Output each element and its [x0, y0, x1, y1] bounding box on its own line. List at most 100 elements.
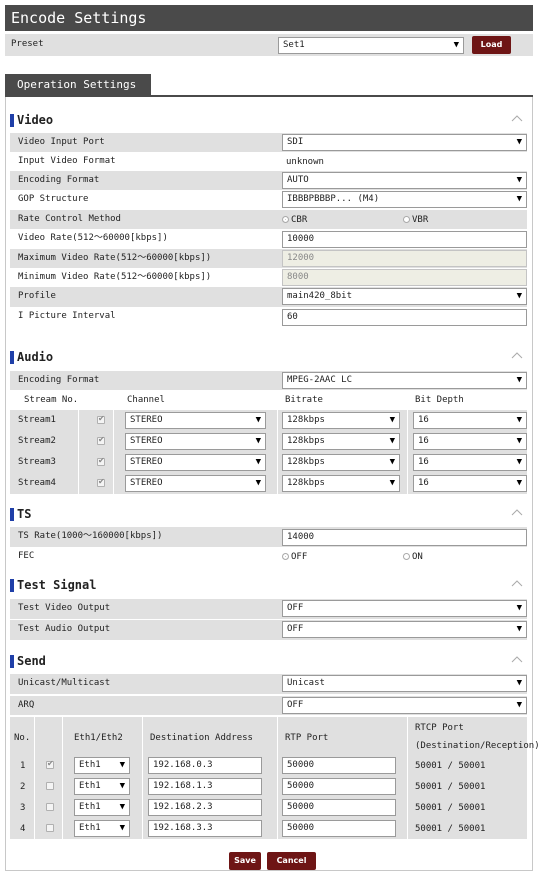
- stream3-checkbox[interactable]: [97, 456, 105, 466]
- eth-value: Eth1: [79, 823, 101, 833]
- video-input-port-select[interactable]: SDI ▼: [282, 134, 527, 151]
- stream4-bitrate-select[interactable]: 128kbps ▼: [282, 475, 400, 492]
- row-number: 3: [20, 803, 26, 813]
- fec-label: FEC: [18, 551, 35, 561]
- destination-3-checkbox[interactable]: [46, 803, 54, 811]
- destination-2-address-input[interactable]: 192.168.1.3: [148, 778, 262, 795]
- channel-header: Channel: [127, 395, 165, 405]
- destination-2-rtp-input[interactable]: 50000: [282, 778, 396, 795]
- encoding-format-label: Encoding Format: [18, 175, 100, 185]
- stream4-checkbox[interactable]: [97, 477, 105, 487]
- unicast-multicast-select[interactable]: Unicast ▼: [282, 675, 527, 692]
- input-video-format-row: Input Video Format unknown: [10, 152, 527, 171]
- unicast-multicast-value: Unicast: [287, 678, 325, 688]
- max-video-rate-input[interactable]: 12000: [282, 250, 527, 267]
- channel-value: STEREO: [130, 415, 163, 425]
- audio-stream-row: Stream2 STEREO ▼ 128kbps ▼ 16 ▼: [10, 431, 527, 452]
- collapse-audio-icon[interactable]: [510, 350, 524, 360]
- fec-off-radio[interactable]: OFF: [282, 552, 307, 562]
- video-input-port-label: Video Input Port: [18, 137, 105, 147]
- chevron-down-icon: ▼: [516, 137, 522, 147]
- save-button[interactable]: Save: [229, 852, 261, 870]
- bitdepth-value: 16: [418, 415, 429, 425]
- video-section-title: Video: [10, 112, 53, 128]
- encoding-format-select[interactable]: AUTO ▼: [282, 172, 527, 189]
- audio-encoding-select[interactable]: MPEG-2AAC LC ▼: [282, 372, 527, 389]
- ts-rate-input[interactable]: 14000: [282, 529, 527, 546]
- preset-select[interactable]: Set1 ▼: [278, 37, 464, 54]
- chevron-down-icon: ▼: [516, 194, 522, 204]
- gop-structure-label: GOP Structure: [18, 194, 89, 204]
- stream1-channel-select[interactable]: STEREO ▼: [125, 412, 266, 429]
- stream3-bitdepth-select[interactable]: 16 ▼: [413, 454, 527, 471]
- stream2-checkbox[interactable]: [97, 435, 105, 445]
- column-divider: [62, 717, 63, 839]
- min-video-rate-input[interactable]: 8000: [282, 269, 527, 286]
- tab-operation-settings[interactable]: Operation Settings: [5, 74, 151, 96]
- destination-3-eth-select[interactable]: Eth1 ▼: [74, 799, 130, 816]
- destination-4-address-input[interactable]: 192.168.3.3: [148, 820, 262, 837]
- destination-3-address-input[interactable]: 192.168.2.3: [148, 799, 262, 816]
- destination-2-checkbox[interactable]: [46, 782, 54, 790]
- stream-name: Stream4: [18, 478, 56, 488]
- stream1-checkbox[interactable]: [97, 414, 105, 424]
- chevron-down-icon: ▼: [119, 823, 125, 833]
- stream4-channel-select[interactable]: STEREO ▼: [125, 475, 266, 492]
- panel-border-bottom: [5, 870, 533, 871]
- min-video-rate-row: Minimum Video Rate(512～60000[kbps]) 8000: [10, 268, 527, 287]
- destination-1-rtp-input[interactable]: 50000: [282, 757, 396, 774]
- stream4-bitdepth-select[interactable]: 16 ▼: [413, 475, 527, 492]
- input-video-format-value: unknown: [286, 157, 324, 167]
- bitrate-value: 128kbps: [287, 457, 325, 467]
- gop-structure-value: IBBBPBBBP... (M4): [287, 194, 380, 204]
- rate-control-vbr-radio[interactable]: VBR: [403, 215, 428, 225]
- gop-structure-select[interactable]: IBBBPBBBP... (M4) ▼: [282, 191, 527, 208]
- destination-2-eth-select[interactable]: Eth1 ▼: [74, 778, 130, 795]
- arq-row: ARQ OFF ▼: [10, 696, 527, 715]
- stream2-channel-select[interactable]: STEREO ▼: [125, 433, 266, 450]
- destination-3-rtp-input[interactable]: 50000: [282, 799, 396, 816]
- send-table-row: 3 Eth1 ▼ 192.168.2.3 50000 50001 / 50001: [10, 797, 527, 818]
- test-audio-select[interactable]: OFF ▼: [282, 621, 527, 638]
- destination-4-rtp-input[interactable]: 50000: [282, 820, 396, 837]
- destination-4-eth-select[interactable]: Eth1 ▼: [74, 820, 130, 837]
- audio-stream-row: Stream4 STEREO ▼ 128kbps ▼ 16 ▼: [10, 473, 527, 494]
- chevron-down-icon: ▼: [516, 175, 522, 185]
- send-table-row: 4 Eth1 ▼ 192.168.3.3 50000 50001 / 50001: [10, 818, 527, 839]
- collapse-video-icon[interactable]: [510, 113, 524, 123]
- chevron-down-icon: ▼: [255, 457, 261, 467]
- panel-border-left: [5, 97, 6, 871]
- stream1-bitrate-select[interactable]: 128kbps ▼: [282, 412, 400, 429]
- preset-value: Set1: [283, 40, 305, 50]
- fec-on-radio[interactable]: ON: [403, 552, 423, 562]
- collapse-send-icon[interactable]: [510, 654, 524, 664]
- load-button[interactable]: Load: [472, 36, 511, 54]
- stream3-bitrate-select[interactable]: 128kbps ▼: [282, 454, 400, 471]
- collapse-test-signal-icon[interactable]: [510, 578, 524, 588]
- destination-4-checkbox[interactable]: [46, 824, 54, 832]
- profile-select[interactable]: main420_8bit ▼: [282, 288, 527, 305]
- stream1-bitdepth-select[interactable]: 16 ▼: [413, 412, 527, 429]
- destination-1-address-input[interactable]: 192.168.0.3: [148, 757, 262, 774]
- i-picture-interval-input[interactable]: 60: [282, 309, 527, 326]
- radio-icon: [403, 216, 410, 223]
- rate-control-cbr-radio[interactable]: CBR: [282, 215, 307, 225]
- column-divider: [34, 717, 35, 839]
- destination-1-checkbox[interactable]: [46, 759, 54, 769]
- test-video-select[interactable]: OFF ▼: [282, 600, 527, 617]
- unicast-multicast-label: Unicast/Multicast: [18, 678, 111, 688]
- rtp-port-header: RTP Port: [285, 733, 329, 743]
- page-title: Encode Settings: [5, 5, 533, 31]
- collapse-ts-icon[interactable]: [510, 507, 524, 517]
- bitrate-value: 128kbps: [287, 478, 325, 488]
- row-number: 1: [20, 761, 26, 771]
- destination-1-eth-select[interactable]: Eth1 ▼: [74, 757, 130, 774]
- video-rate-input[interactable]: 10000: [282, 231, 527, 248]
- stream3-channel-select[interactable]: STEREO ▼: [125, 454, 266, 471]
- cancel-button[interactable]: Cancel: [267, 852, 316, 870]
- stream2-bitrate-select[interactable]: 128kbps ▼: [282, 433, 400, 450]
- chevron-down-icon: ▼: [516, 603, 522, 613]
- stream2-bitdepth-select[interactable]: 16 ▼: [413, 433, 527, 450]
- max-video-rate-row: Maximum Video Rate(512～60000[kbps]) 1200…: [10, 249, 527, 268]
- arq-select[interactable]: OFF ▼: [282, 697, 527, 714]
